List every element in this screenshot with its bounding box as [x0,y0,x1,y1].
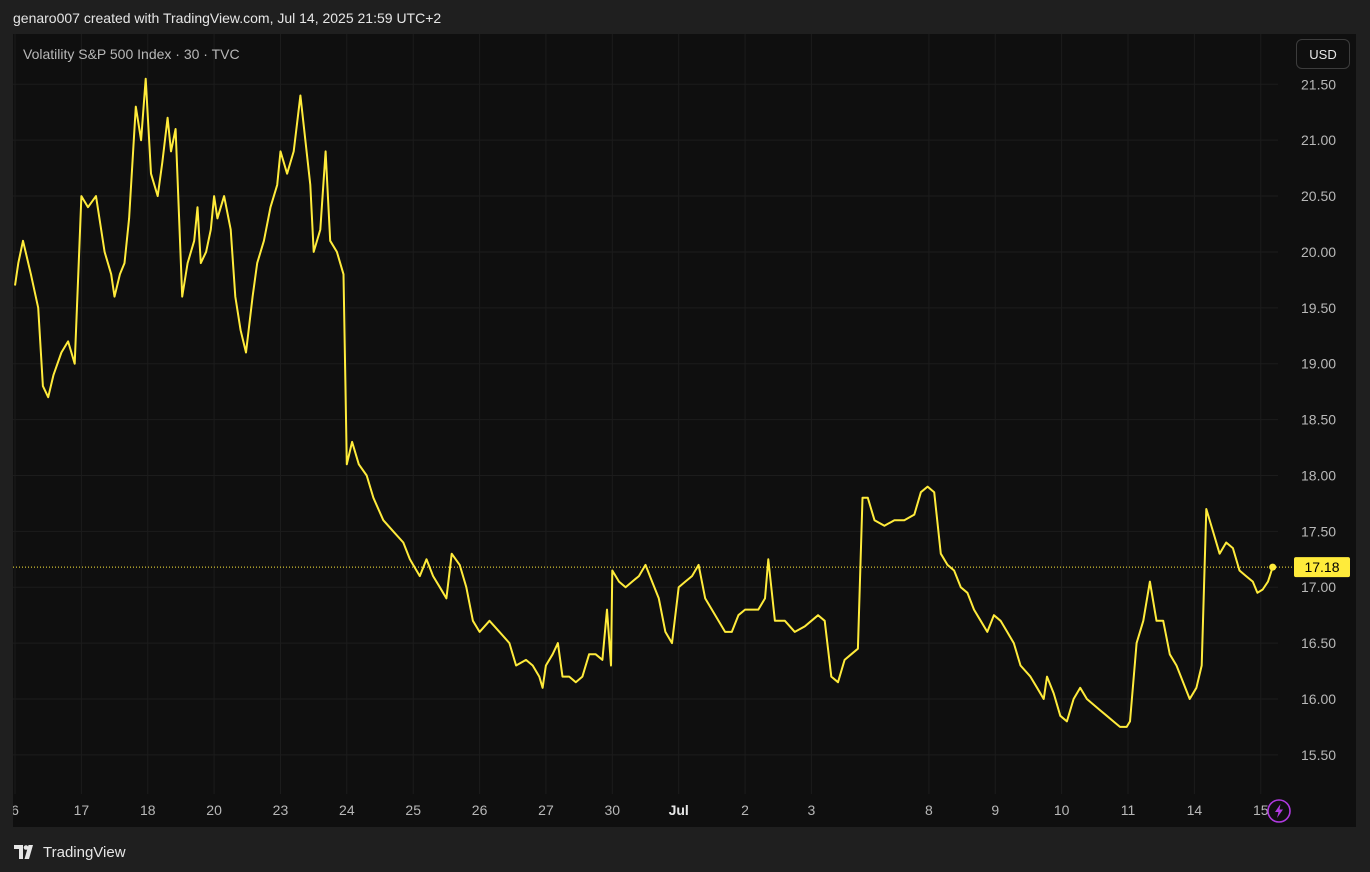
symbol-title: Volatility S&P 500 Index · 30 · TVC [23,46,240,62]
y-tick-label: 19.00 [1301,356,1336,372]
x-tick-label: 11 [1121,802,1136,818]
x-tick-label: 27 [538,802,554,818]
y-tick-label: 15.50 [1301,747,1336,763]
y-tick-label: 20.50 [1301,188,1336,204]
y-tick-label: 21.00 [1301,132,1336,148]
x-tick-label: 26 [472,802,488,818]
chart-panel[interactable]: 21.50 21.00 20.50 20.00 19.50 19.00 18.50 18.00… [13,34,1356,827]
footer: TradingView [14,842,126,862]
y-tick-label: 19.50 [1301,300,1336,316]
currency-button[interactable]: USD [1296,39,1350,69]
x-tick-label: 20 [206,802,222,818]
x-tick-label: 9 [991,802,999,818]
y-tick-label: 20.00 [1301,244,1336,260]
axes: 21.50 21.00 20.50 20.00 19.50 19.00 18.50 18.00… [13,76,1336,818]
x-tick-label: 14 [1187,802,1203,818]
x-tick-label: 17 [74,802,90,818]
x-tick-label: 25 [405,802,421,818]
x-tick-label: 24 [339,802,355,818]
y-tick-label: 21.50 [1301,76,1336,92]
y-tick-label: 17.00 [1301,579,1336,595]
y-tick-label: 17.50 [1301,523,1336,539]
last-price-label: 17.18 [1304,559,1339,575]
y-tick-label: 16.00 [1301,691,1336,707]
x-tick-label: Jul [669,802,689,818]
y-tick-label: 16.50 [1301,635,1336,651]
footer-brand: TradingView [43,843,126,861]
price-layer: 17.18 [13,77,1350,728]
price-line [14,77,1274,728]
y-tick-label: 18.50 [1301,412,1336,428]
x-tick-label: 10 [1054,802,1070,818]
chart-header-credit: genaro007 created with TradingView.com, … [13,10,442,26]
x-tick-label: 30 [605,802,621,818]
lightning-bolt-icon[interactable] [1266,798,1292,824]
x-tick-label: 8 [925,802,933,818]
last-price-dot [1269,563,1277,571]
x-tick-label: 6 [13,802,19,818]
x-tick-label: 3 [808,802,816,818]
y-tick-label: 18.00 [1301,467,1336,483]
x-tick-label: 2 [741,802,749,818]
x-tick-label: 18 [140,802,156,818]
tradingview-logo-icon [14,845,33,859]
price-chart[interactable]: 21.50 21.00 20.50 20.00 19.50 19.00 18.50 18.00… [13,34,1356,827]
grid-lines [13,34,1278,794]
x-tick-label: 23 [273,802,289,818]
